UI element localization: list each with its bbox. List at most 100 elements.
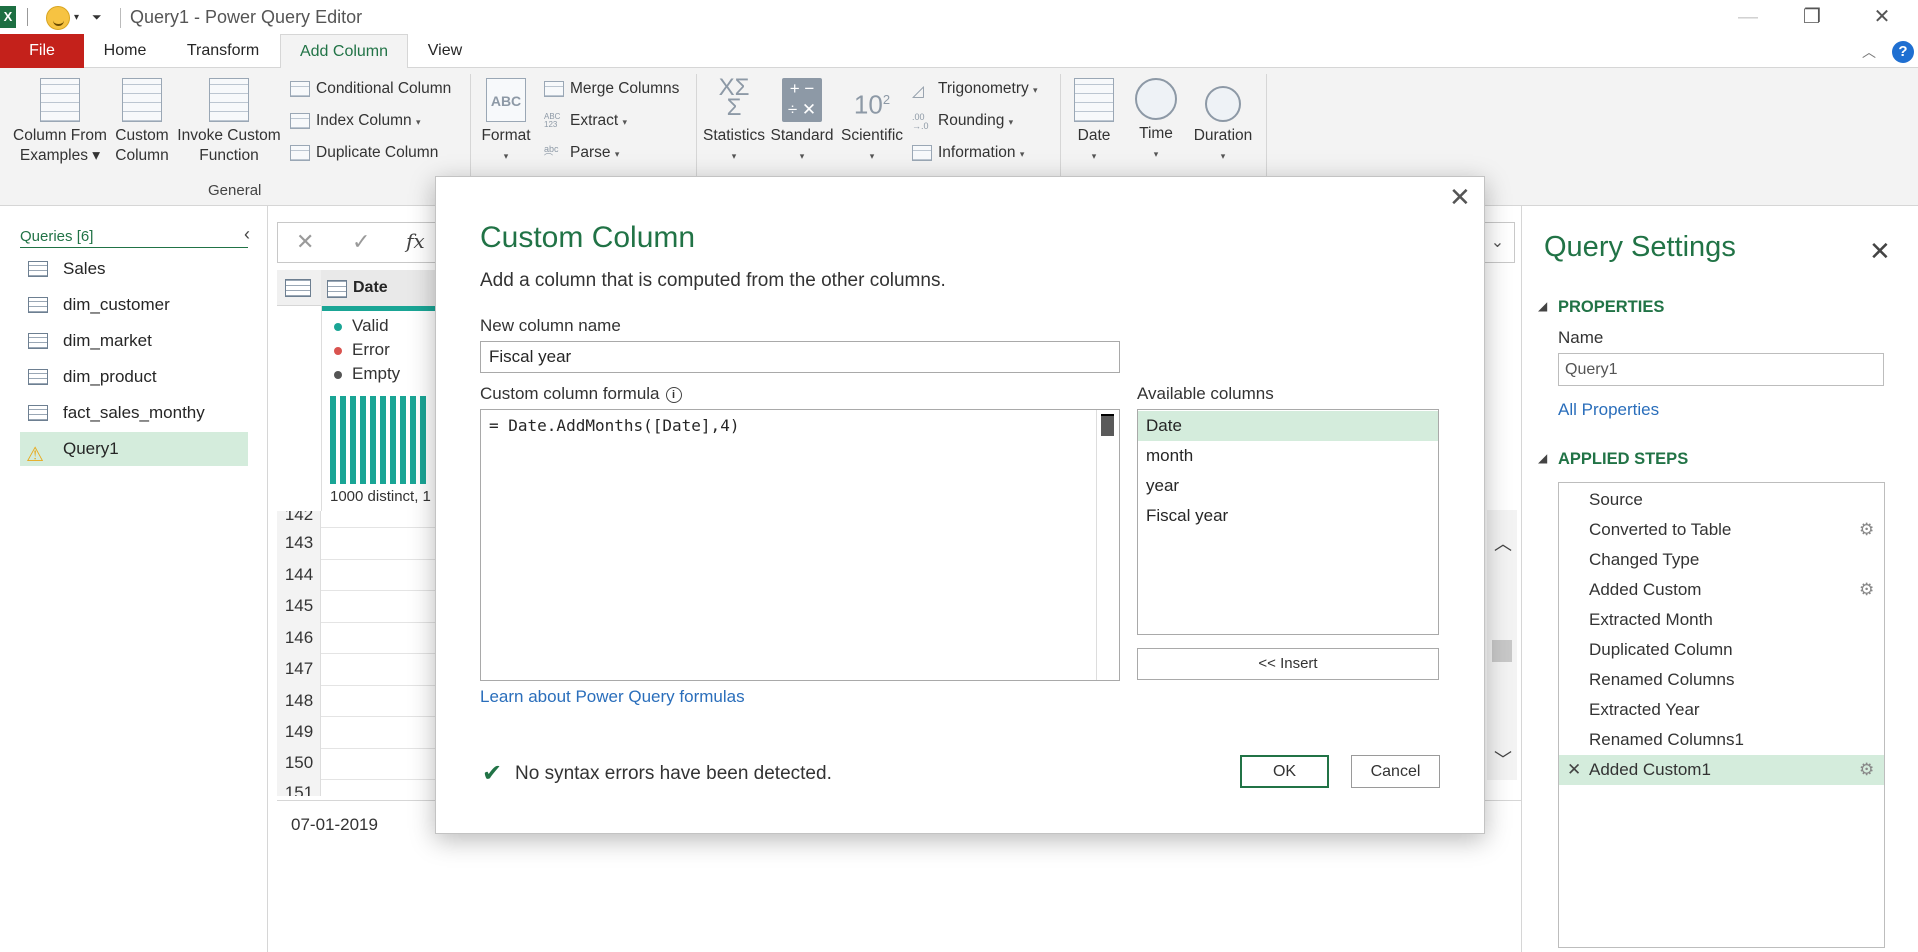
duration-button[interactable]: Duration ▾ bbox=[1188, 78, 1258, 166]
column-from-examples-button[interactable]: Column From Examples ▾ bbox=[10, 78, 110, 166]
statistics-button[interactable]: XΣ Σ Statistics ▾ bbox=[702, 76, 766, 166]
excel-icon: X bbox=[0, 6, 16, 28]
query-item-dim-market[interactable]: dim_market bbox=[20, 324, 248, 358]
query-item-dim-product[interactable]: dim_product bbox=[20, 360, 248, 394]
scroll-up-icon[interactable]: ︿ bbox=[1494, 530, 1512, 556]
custom-column-button[interactable]: Custom Column bbox=[112, 78, 172, 166]
formula-scrollbar[interactable] bbox=[1096, 410, 1119, 680]
fx-icon[interactable]: fx bbox=[406, 229, 425, 253]
ok-button[interactable]: OK bbox=[1240, 755, 1329, 788]
close-window-button[interactable]: ✕ bbox=[1862, 3, 1902, 31]
tab-home[interactable]: Home bbox=[92, 34, 158, 68]
available-column-year[interactable]: year bbox=[1138, 471, 1438, 501]
column-header-date[interactable]: Date bbox=[321, 270, 437, 306]
column-quality-panel: Valid Error Empty 1000 distinct, 1 bbox=[321, 306, 438, 511]
invoke-function-icon bbox=[209, 78, 249, 122]
table-menu-icon[interactable] bbox=[285, 279, 311, 297]
tab-view[interactable]: View bbox=[420, 34, 470, 68]
confirm-formula-icon[interactable]: ✓ bbox=[352, 229, 370, 255]
query-item-sales[interactable]: Sales bbox=[20, 252, 248, 286]
close-dialog-icon[interactable]: ✕ bbox=[1449, 182, 1471, 213]
feedback-smiley-icon[interactable] bbox=[46, 6, 70, 30]
query-name-input[interactable]: Query1 bbox=[1558, 353, 1884, 386]
minimize-button[interactable]: — bbox=[1728, 3, 1768, 31]
collapse-ribbon-icon[interactable]: ︿ bbox=[1862, 42, 1876, 62]
merge-columns-button[interactable]: Merge Columns bbox=[544, 78, 679, 100]
row-number: 147 bbox=[284, 659, 314, 678]
gear-icon[interactable]: ⚙ bbox=[1859, 575, 1874, 605]
step-label: Extracted Month bbox=[1589, 610, 1713, 629]
query-item-query1[interactable]: ⚠ Query1 bbox=[20, 432, 248, 466]
dialog-subtitle: Add a column that is computed from the o… bbox=[480, 270, 946, 291]
invoke-custom-function-button[interactable]: Invoke Custom Function bbox=[176, 78, 282, 166]
collapse-pane-icon[interactable]: ‹ bbox=[244, 224, 250, 245]
step-renamed-columns1[interactable]: Renamed Columns1 bbox=[1559, 725, 1884, 755]
standard-button[interactable]: + − ÷ ✕ Standard ▾ bbox=[770, 78, 834, 166]
rounding-button[interactable]: .00 →.0 Rounding ▾ bbox=[912, 110, 1013, 132]
close-settings-icon[interactable]: ✕ bbox=[1869, 236, 1891, 267]
all-properties-link[interactable]: All Properties bbox=[1558, 400, 1659, 420]
step-converted-to-table[interactable]: Converted to Table ⚙ bbox=[1559, 515, 1884, 545]
tab-transform[interactable]: Transform bbox=[176, 34, 270, 68]
extract-abc123-icon: ABC 123 bbox=[544, 112, 561, 129]
learn-formulas-link[interactable]: Learn about Power Query formulas bbox=[480, 687, 745, 707]
formula-text[interactable]: = Date.AddMonths([Date],4) bbox=[489, 416, 739, 435]
query-item-fact-sales-monthy[interactable]: fact_sales_monthy bbox=[20, 396, 248, 430]
query-label: dim_product bbox=[63, 367, 157, 386]
trigonometry-button[interactable]: ◿ Trigonometry ▾ bbox=[912, 78, 1038, 100]
cancel-button[interactable]: Cancel bbox=[1351, 755, 1440, 788]
time-button[interactable]: Time ▾ bbox=[1128, 78, 1184, 164]
settings-title: Query Settings bbox=[1544, 231, 1736, 263]
custom-formula-editor[interactable]: = Date.AddMonths([Date],4) bbox=[480, 409, 1120, 681]
queries-header[interactable]: Queries [6] bbox=[20, 228, 248, 248]
new-column-name-input[interactable]: Fiscal year bbox=[480, 341, 1120, 373]
step-renamed-columns[interactable]: Renamed Columns bbox=[1559, 665, 1884, 695]
info-icon[interactable]: i bbox=[665, 387, 682, 403]
calendar-icon bbox=[1074, 78, 1114, 122]
button-label: Scientific bbox=[840, 127, 904, 144]
scroll-down-icon[interactable]: ﹀ bbox=[1494, 746, 1512, 772]
gear-icon[interactable]: ⚙ bbox=[1859, 755, 1874, 785]
applied-steps-list: Source Converted to Table ⚙ Changed Type … bbox=[1558, 482, 1885, 948]
available-column-date[interactable]: Date bbox=[1138, 411, 1438, 441]
index-column-button[interactable]: Index Column ▾ bbox=[290, 110, 420, 132]
applied-steps-header[interactable]: APPLIED STEPS bbox=[1538, 450, 1688, 469]
query-item-dim-customer[interactable]: dim_customer bbox=[20, 288, 248, 322]
information-button[interactable]: Information ▾ bbox=[912, 142, 1024, 164]
chevron-down-icon: ▾ bbox=[1008, 117, 1014, 127]
grid-vertical-scrollbar[interactable]: ︿ ﹀ bbox=[1487, 510, 1517, 780]
delete-step-icon[interactable]: ✕ bbox=[1567, 755, 1581, 785]
step-extracted-year[interactable]: Extracted Year bbox=[1559, 695, 1884, 725]
step-extracted-month[interactable]: Extracted Month bbox=[1559, 605, 1884, 635]
duplicate-column-button[interactable]: Duplicate Column bbox=[290, 142, 438, 164]
gear-icon[interactable]: ⚙ bbox=[1859, 515, 1874, 545]
scientific-button[interactable]: 102 Scientific ▾ bbox=[840, 78, 904, 166]
conditional-column-button[interactable]: Conditional Column bbox=[290, 78, 451, 100]
step-added-custom1[interactable]: ✕ Added Custom1 ⚙ bbox=[1559, 755, 1884, 785]
step-duplicated-column[interactable]: Duplicated Column bbox=[1559, 635, 1884, 665]
restore-button[interactable]: ❐ bbox=[1792, 3, 1832, 31]
step-changed-type[interactable]: Changed Type bbox=[1559, 545, 1884, 575]
available-column-month[interactable]: month bbox=[1138, 441, 1438, 471]
row-number: 143 bbox=[284, 533, 314, 552]
tab-file[interactable]: File bbox=[0, 34, 84, 68]
date-button[interactable]: Date ▾ bbox=[1066, 78, 1122, 166]
insert-button[interactable]: << Insert bbox=[1137, 648, 1439, 680]
expand-formula-bar-icon[interactable]: ⌄ bbox=[1480, 222, 1515, 263]
cancel-formula-icon[interactable]: ✕ bbox=[296, 229, 314, 255]
help-icon[interactable]: ? bbox=[1892, 41, 1914, 63]
scrollbar-thumb[interactable] bbox=[1492, 640, 1512, 662]
extract-button[interactable]: ABC 123 Extract ▾ bbox=[544, 110, 627, 132]
step-source[interactable]: Source bbox=[1559, 485, 1884, 515]
properties-header[interactable]: PROPERTIES bbox=[1538, 298, 1664, 317]
chevron-down-icon[interactable]: ▾ bbox=[74, 12, 79, 23]
step-added-custom[interactable]: Added Custom ⚙ bbox=[1559, 575, 1884, 605]
button-label: Merge Columns bbox=[570, 80, 680, 97]
available-column-fiscal-year[interactable]: Fiscal year bbox=[1138, 501, 1438, 531]
format-button[interactable]: ABC Format ▾ bbox=[478, 78, 534, 166]
quick-access-customize-icon[interactable]: ⏷ bbox=[92, 10, 102, 25]
step-label: Added Custom1 bbox=[1589, 760, 1711, 779]
tab-add-column[interactable]: Add Column bbox=[280, 34, 408, 69]
parse-button[interactable]: abc ⌒ Parse ▾ bbox=[544, 142, 619, 164]
button-label: Examples ▾ bbox=[19, 147, 101, 164]
